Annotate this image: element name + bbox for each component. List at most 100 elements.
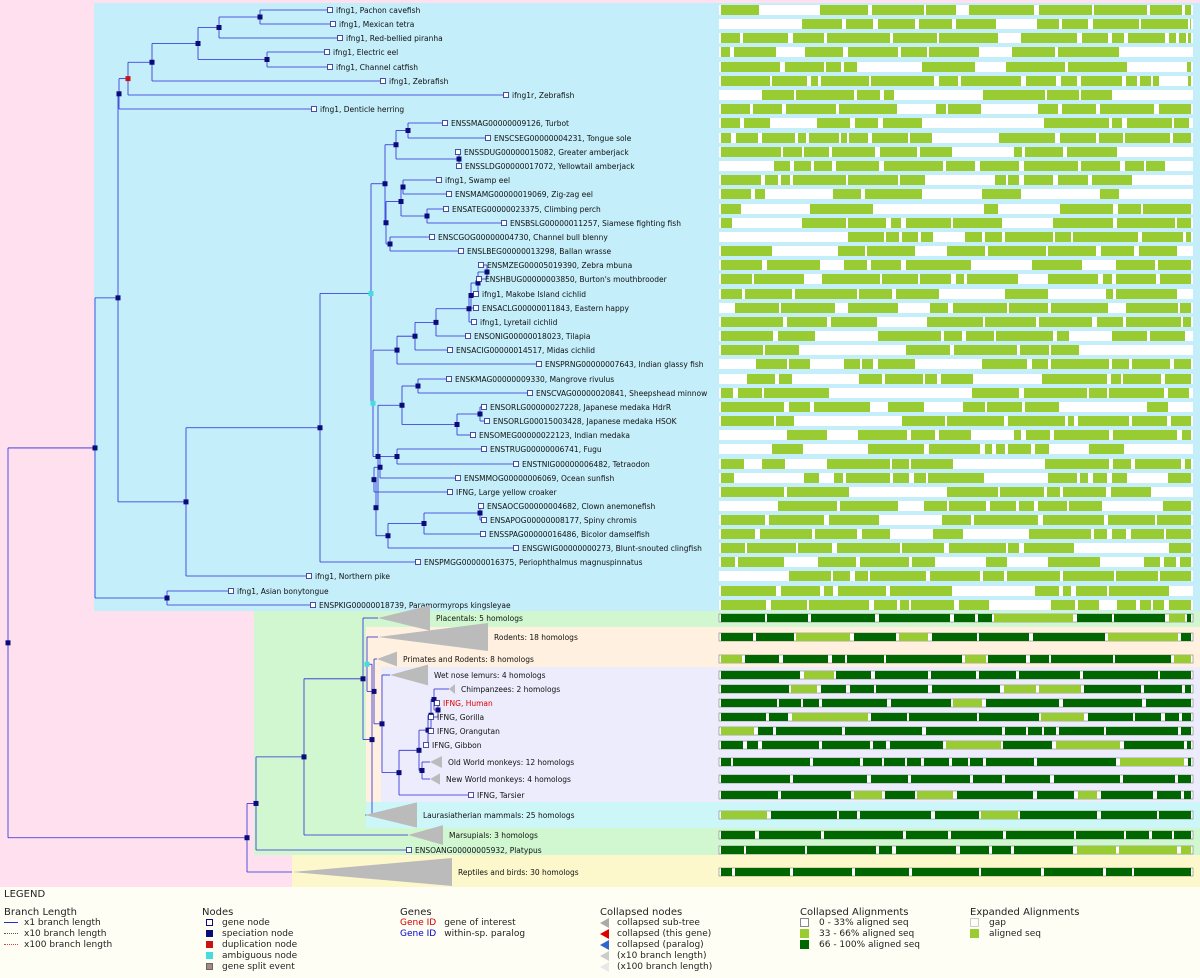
gene-node[interactable]	[458, 248, 464, 254]
tree-leaf[interactable]: ENSLBEG00000013298, Ballan wrasse	[458, 247, 612, 256]
tree-leaf[interactable]: ifng1, Channel catfish	[327, 63, 419, 72]
tree-leaf[interactable]: Old World monkeys: 12 homologs	[430, 756, 574, 768]
leaf-label[interactable]: ifng1r, Zebrafish	[512, 91, 575, 100]
tree-leaf[interactable]: ENSMAMG00000019069, Zig-zag eel	[446, 190, 593, 199]
leaf-label[interactable]: IFNG, Human	[443, 699, 493, 708]
tree-leaf[interactable]: ENSPRNG00000007643, Indian glassy fish	[536, 360, 704, 369]
leaf-label[interactable]: ifng1, Northern pike	[315, 572, 390, 581]
speciation-node[interactable]	[394, 347, 400, 353]
leaf-label[interactable]: Chimpanzees: 2 homologs	[461, 685, 560, 694]
leaf-label[interactable]: ENSSLDG00000017072, Yellowtail amberjack	[465, 162, 635, 171]
gene-node[interactable]	[513, 545, 519, 551]
gene-node[interactable]	[415, 559, 421, 565]
tree-leaf[interactable]: ENSBSLG00000011257, Siamese fighting fis…	[501, 219, 682, 228]
leaf-label[interactable]: Primates and Rodents: 8 homologs	[403, 655, 534, 664]
tree-leaf[interactable]: ifng1, Mexican tetra	[330, 20, 415, 29]
speciation-node[interactable]	[195, 41, 201, 46]
tree-leaf[interactable]: ENSORLG00000027228, Japanese medaka HdrR	[481, 403, 672, 412]
gene-node[interactable]	[446, 191, 452, 197]
tree-leaf[interactable]: ENSTNIG00000006482, Tetraodon	[513, 460, 651, 469]
gene-node[interactable]	[485, 135, 491, 141]
leaf-label[interactable]: ENSSPAG00000016486, Bicolor damselfish	[489, 530, 650, 539]
tree-leaf[interactable]: ENSONIG00000018023, Tilapia	[465, 332, 591, 341]
tree-leaf[interactable]: ENSORLG00015003428, Japanese medaka HSOK	[484, 417, 678, 426]
tree-leaf[interactable]: ifng1, Denticle herring	[311, 105, 405, 114]
duplication-node[interactable]	[125, 76, 131, 82]
leaf-label[interactable]: ENSSDUG00000015082, Greater amberjack	[464, 148, 629, 157]
gene-node[interactable]	[471, 319, 477, 325]
gene-node[interactable]	[380, 78, 386, 84]
leaf-label[interactable]: ENSORLG00015003428, Japanese medaka HSOK	[493, 417, 678, 426]
tree-leaf[interactable]: ifng1r, Zebrafish	[503, 91, 575, 100]
tree-leaf[interactable]: ifng1, Makobe Island cichlid	[473, 290, 587, 299]
tree-leaf[interactable]: ENSCSEG00000004231, Tongue sole	[485, 134, 632, 143]
gene-node[interactable]	[501, 220, 507, 226]
gene-node[interactable]	[327, 64, 333, 70]
leaf-label[interactable]: ENSAOCG00000004682, Clown anemonefish	[487, 502, 655, 511]
gene-node[interactable]	[468, 792, 474, 798]
speciation-node[interactable]	[394, 454, 400, 459]
leaf-label[interactable]: ENSOMEG00000022123, Indian medaka	[479, 431, 630, 440]
gene-node[interactable]	[310, 602, 316, 608]
tree-leaf[interactable]: ENSKMAG00000009330, Mangrove rivulus	[446, 375, 615, 384]
leaf-label[interactable]: ifng1, Channel catfish	[336, 63, 418, 72]
leaf-label[interactable]: ENSAPOG00000008177, Spiny chromis	[490, 516, 637, 525]
leaf-label[interactable]: ENSMZEG00005019390, Zebra mbuna	[487, 261, 632, 270]
speciation-node[interactable]	[116, 91, 122, 97]
tree-leaf[interactable]: ifng1, Lyretail cichlid	[471, 318, 558, 327]
gene-node[interactable]	[473, 291, 479, 297]
speciation-node[interactable]	[115, 295, 121, 301]
speciation-node[interactable]	[477, 411, 483, 417]
leaf-label[interactable]: ENSACIG00000014517, Midas cichlid	[456, 346, 595, 355]
speciation-node[interactable]	[435, 707, 441, 713]
tree-leaf[interactable]: ENSSDUG00000015082, Greater amberjack	[455, 148, 630, 157]
leaf-label[interactable]: ENSMMOG00000006069, Ocean sunfish	[464, 474, 614, 483]
speciation-node[interactable]	[466, 306, 472, 312]
leaf-label[interactable]: ENSTNIG00000006482, Tetraodon	[522, 460, 650, 469]
gene-node[interactable]	[436, 177, 442, 183]
leaf-label[interactable]: ENSHBUG00000003850, Burton's mouthbroode…	[485, 275, 668, 284]
speciation-node[interactable]	[387, 241, 393, 247]
leaf-label[interactable]: ENSCVAG00000020841, Sheepshead minnow	[536, 389, 707, 398]
leaf-label[interactable]: ifng1, Zebrafish	[389, 77, 449, 86]
tree-leaf[interactable]: ifng1, Red-bellied piranha	[337, 34, 443, 43]
leaf-label[interactable]: ENSCGOG00000004730, Channel bull blenny	[438, 233, 608, 242]
speciation-node[interactable]	[5, 640, 11, 646]
leaf-label[interactable]: ENSPMGG00000016375, Periophthalmus magnu…	[424, 558, 643, 567]
leaf-label[interactable]: Marsupials: 3 homologs	[449, 831, 538, 840]
leaf-label[interactable]: ENSORLG00000027228, Japanese medaka HdrR	[490, 403, 671, 412]
tree-leaf[interactable]: ENSGWIG00000000273, Blunt-snouted clingf…	[513, 544, 703, 553]
speciation-node[interactable]	[183, 499, 189, 505]
tree-leaf[interactable]: IFNG, Human	[434, 699, 494, 708]
tree-leaf[interactable]: ENSSPAG00000016486, Bicolor damselfish	[480, 530, 650, 539]
speciation-node[interactable]	[396, 770, 402, 776]
gene-node[interactable]	[443, 206, 449, 212]
speciation-node[interactable]	[371, 688, 377, 694]
speciation-node[interactable]	[369, 737, 375, 743]
tree-leaf[interactable]: IFNG, Gibbon	[423, 741, 482, 750]
gene-node[interactable]	[470, 432, 476, 438]
leaf-label[interactable]: ENSMAMG00000019069, Zig-zag eel	[455, 190, 593, 199]
leaf-label[interactable]: Wet nose lemurs: 4 homologs	[434, 671, 546, 680]
leaf-label[interactable]: ENSPKIG00000018739, Paramormyrops kingsl…	[319, 601, 511, 610]
leaf-label[interactable]: ENSACLG00000011843, Eastern happy	[482, 304, 629, 313]
speciation-node[interactable]	[253, 800, 259, 806]
gene-node[interactable]	[442, 120, 448, 126]
tree-leaf[interactable]: ENSATEG00000023375, Climbing perch	[443, 205, 602, 214]
gene-node[interactable]	[536, 361, 542, 367]
tree-leaf[interactable]: IFNG, Tarsier	[468, 791, 526, 800]
gene-node[interactable]	[480, 531, 486, 537]
gene-node[interactable]	[447, 347, 453, 353]
leaf-label[interactable]: ifng1, Lyretail cichlid	[480, 318, 558, 327]
speciation-node[interactable]	[301, 754, 307, 760]
leaf-label[interactable]: New World monkeys: 4 homologs	[446, 775, 571, 784]
tree-leaf[interactable]: ifng1, Pachon cavefish	[327, 6, 421, 15]
leaf-label[interactable]: ENSKMAG00000009330, Mangrove rivulus	[455, 375, 614, 384]
speciation-node[interactable]	[216, 25, 222, 30]
speciation-node[interactable]	[484, 269, 490, 275]
gene-node[interactable]	[513, 461, 519, 467]
leaf-label[interactable]: ifng1, Electric eel	[333, 48, 398, 57]
speciation-node[interactable]	[424, 213, 430, 219]
leaf-label[interactable]: Laurasiatherian mammals: 25 homologs	[423, 811, 575, 820]
speciation-node[interactable]	[149, 59, 155, 65]
